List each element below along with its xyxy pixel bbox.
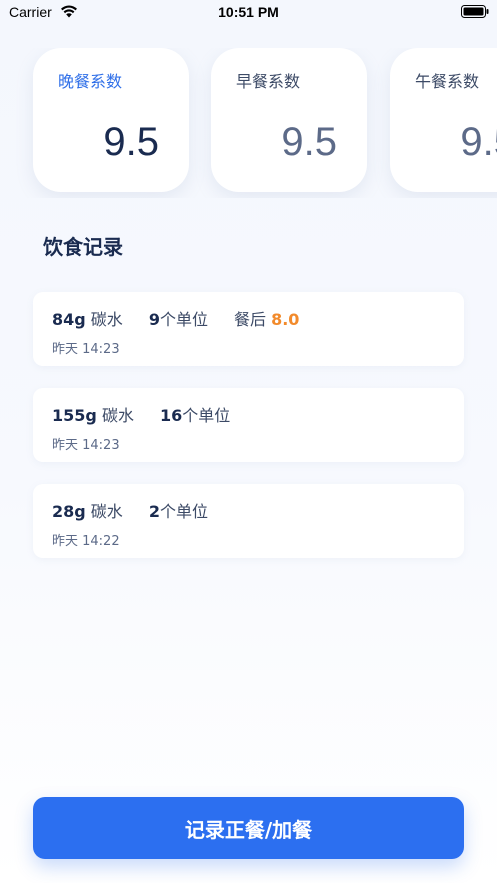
meal-record-summary: 84g 碳水 9个单位 餐后 8.0 (52, 306, 299, 330)
section-title: 饮食记录 (43, 235, 123, 259)
coefficient-card-dinner[interactable]: 晚餐系数 9.5 (33, 48, 189, 192)
coefficient-card-breakfast[interactable]: 早餐系数 9.5 (211, 48, 367, 192)
carb-value: 28g (52, 502, 86, 521)
carb-label: 碳水 (85, 502, 123, 521)
post-meal-label: 餐后 (233, 310, 272, 329)
coefficient-value: 9.5 (103, 120, 159, 164)
record-time: 昨天 14:23 (52, 342, 120, 357)
coefficient-card-lunch[interactable]: 午餐系数 9.5 (390, 48, 497, 192)
units-value: 16 (159, 406, 183, 425)
coefficient-label: 午餐系数 (415, 72, 480, 91)
carb-label: 碳水 (96, 406, 134, 425)
coefficient-value: 9.5 (460, 120, 497, 164)
coefficient-label: 早餐系数 (236, 72, 301, 91)
units-label: 个单位 (182, 406, 231, 425)
units-label: 个单位 (159, 502, 208, 521)
coefficient-label: 晚餐系数 (58, 72, 123, 91)
carb-value: 155g (52, 406, 97, 425)
meal-record-item[interactable]: 84g 碳水 9个单位 餐后 8.0 昨天 14:23 (33, 292, 464, 366)
units-label: 个单位 (159, 310, 208, 329)
meal-record-summary: 28g 碳水 2个单位 (52, 498, 234, 522)
coefficient-value: 9.5 (281, 120, 337, 164)
units-value: 9 (148, 310, 160, 329)
battery-icon (461, 5, 489, 18)
meal-record-summary: 155g 碳水 16个单位 (52, 402, 256, 426)
coefficient-carousel[interactable]: 晚餐系数 9.5 早餐系数 9.5 午餐系数 9.5 (0, 48, 497, 198)
units-value: 2 (148, 502, 160, 521)
status-bar: Carrier 10:51 PM (0, 0, 497, 26)
meal-record-item[interactable]: 155g 碳水 16个单位 昨天 14:23 (33, 388, 464, 462)
status-time: 10:51 PM (218, 4, 279, 20)
post-meal-value: 8.0 (271, 310, 300, 329)
carb-label: 碳水 (85, 310, 123, 329)
meal-record-item[interactable]: 28g 碳水 2个单位 昨天 14:22 (33, 484, 464, 558)
record-time: 昨天 14:22 (52, 534, 120, 549)
record-meal-button[interactable]: 记录正餐/加餐 (33, 797, 464, 859)
record-time: 昨天 14:23 (52, 438, 120, 453)
carb-value: 84g (52, 310, 86, 329)
